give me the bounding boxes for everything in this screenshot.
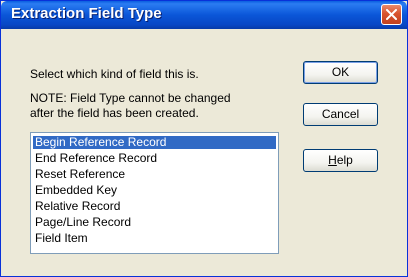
list-item-field-item[interactable]: Field Item [33,232,276,245]
list-item-begin-reference-record[interactable]: Begin Reference Record [33,136,276,149]
instruction-text: Select which kind of field this is. [30,67,199,81]
note-text-line-1: NOTE: Field Type cannot be changed [30,91,231,105]
field-type-listbox[interactable]: Begin Reference Record End Reference Rec… [30,132,279,254]
help-button-accelerator: H [328,153,337,167]
ok-button[interactable]: OK [303,61,378,84]
help-button[interactable]: Help [303,149,378,172]
close-button[interactable] [381,4,402,25]
list-item-end-reference-record[interactable]: End Reference Record [33,152,276,165]
list-item-embedded-key[interactable]: Embedded Key [33,184,276,197]
list-item-page-line-record[interactable]: Page/Line Record [33,216,276,229]
list-item-reset-reference[interactable]: Reset Reference [33,168,276,181]
list-item-relative-record[interactable]: Relative Record [33,200,276,213]
extraction-field-type-dialog: Extraction Field Type Select which kind … [0,0,408,277]
note-text-line-2: after the field has been created. [30,106,199,120]
close-icon [386,9,397,20]
cancel-button[interactable]: Cancel [303,103,378,126]
help-button-label-rest: elp [336,153,353,167]
dialog-title: Extraction Field Type [11,5,162,22]
title-bar[interactable]: Extraction Field Type [1,1,407,29]
